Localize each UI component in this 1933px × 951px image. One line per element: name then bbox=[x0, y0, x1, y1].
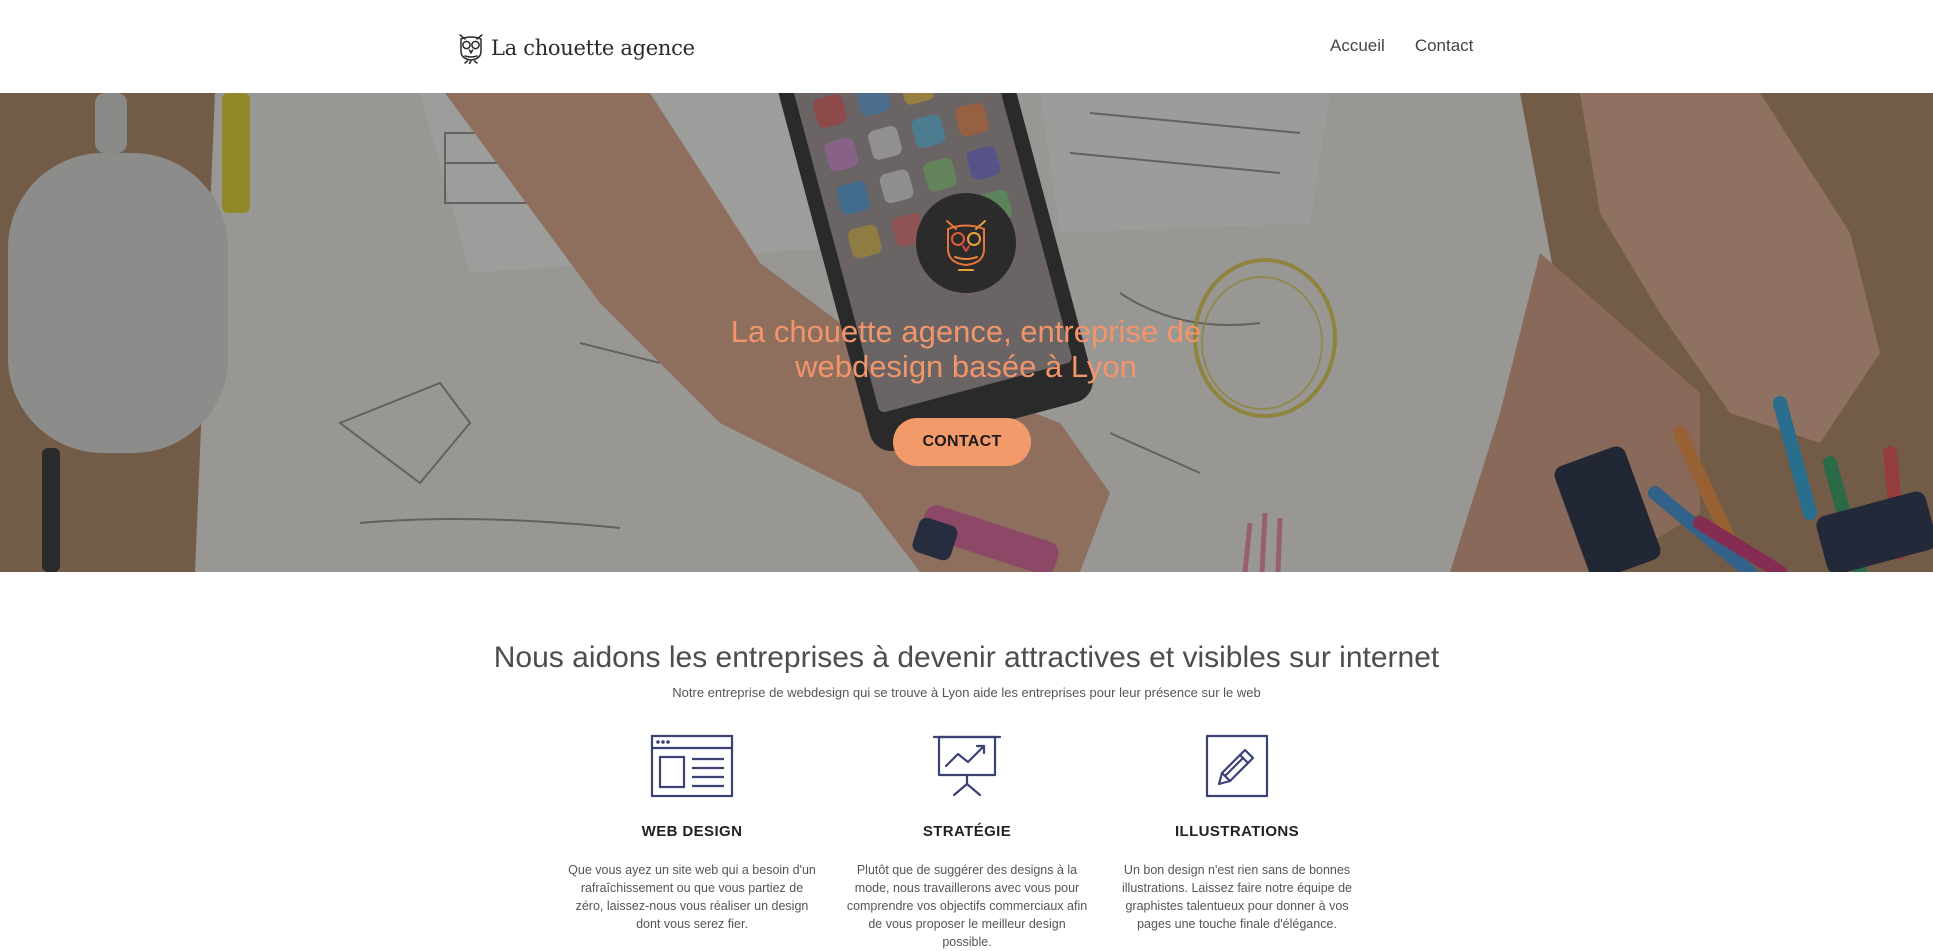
nav-link-accueil[interactable]: Accueil bbox=[1330, 36, 1385, 56]
service-card-web-design: WEB DESIGN Que vous ayez un site web qui… bbox=[562, 734, 822, 933]
hero-banner: La chouette agence, entreprise de webdes… bbox=[0, 93, 1933, 572]
browser-window-icon bbox=[650, 734, 734, 798]
service-card-illustrations: ILLUSTRATIONS Un bon design n'est rien s… bbox=[1107, 734, 1367, 933]
service-text-web-design: Que vous ayez un site web qui a besoin d… bbox=[568, 863, 816, 931]
pencil-edit-icon bbox=[1205, 734, 1269, 798]
brand-logo-link[interactable]: La chouette agence bbox=[456, 30, 695, 66]
intro-title: Nous aidons les entreprises à devenir at… bbox=[493, 641, 1440, 674]
hero-title-line-1: La chouette agence, entreprise de bbox=[730, 314, 1202, 349]
nav-link-contact[interactable]: Contact bbox=[1415, 36, 1474, 56]
hero-title-line-2: webdesign basée à Lyon bbox=[795, 349, 1137, 384]
service-icon-wrap bbox=[562, 734, 822, 804]
service-text-strategie: Plutôt que de suggérer des designs à la … bbox=[846, 863, 1088, 949]
service-title-web-design: WEB DESIGN bbox=[641, 823, 743, 840]
site-header: La chouette agence Accueil Contact bbox=[0, 0, 1933, 93]
hero-owl-badge bbox=[916, 193, 1016, 293]
service-icon-wrap bbox=[837, 734, 1097, 804]
main-nav: Accueil Contact bbox=[1330, 36, 1473, 56]
service-card-strategie: STRATÉGIE Plutôt que de suggérer des des… bbox=[837, 734, 1097, 951]
contact-button[interactable]: CONTACT bbox=[893, 418, 1031, 466]
brand-name: La chouette agence bbox=[491, 36, 695, 60]
presentation-chart-icon bbox=[932, 735, 1002, 797]
hero-title: La chouette agence, entreprise de webdes… bbox=[566, 314, 1366, 384]
service-icon-wrap bbox=[1107, 734, 1367, 804]
owl-emblem-icon bbox=[946, 220, 986, 271]
service-title-strategie: STRATÉGIE bbox=[922, 823, 1012, 840]
intro-subtitle: Notre entreprise de webdesign qui se tro… bbox=[672, 685, 1261, 700]
service-title-illustrations: ILLUSTRATIONS bbox=[1174, 823, 1300, 840]
service-text-illustrations: Un bon design n'est rien sans de bonnes … bbox=[1122, 863, 1352, 931]
owl-logo-icon bbox=[459, 34, 483, 65]
